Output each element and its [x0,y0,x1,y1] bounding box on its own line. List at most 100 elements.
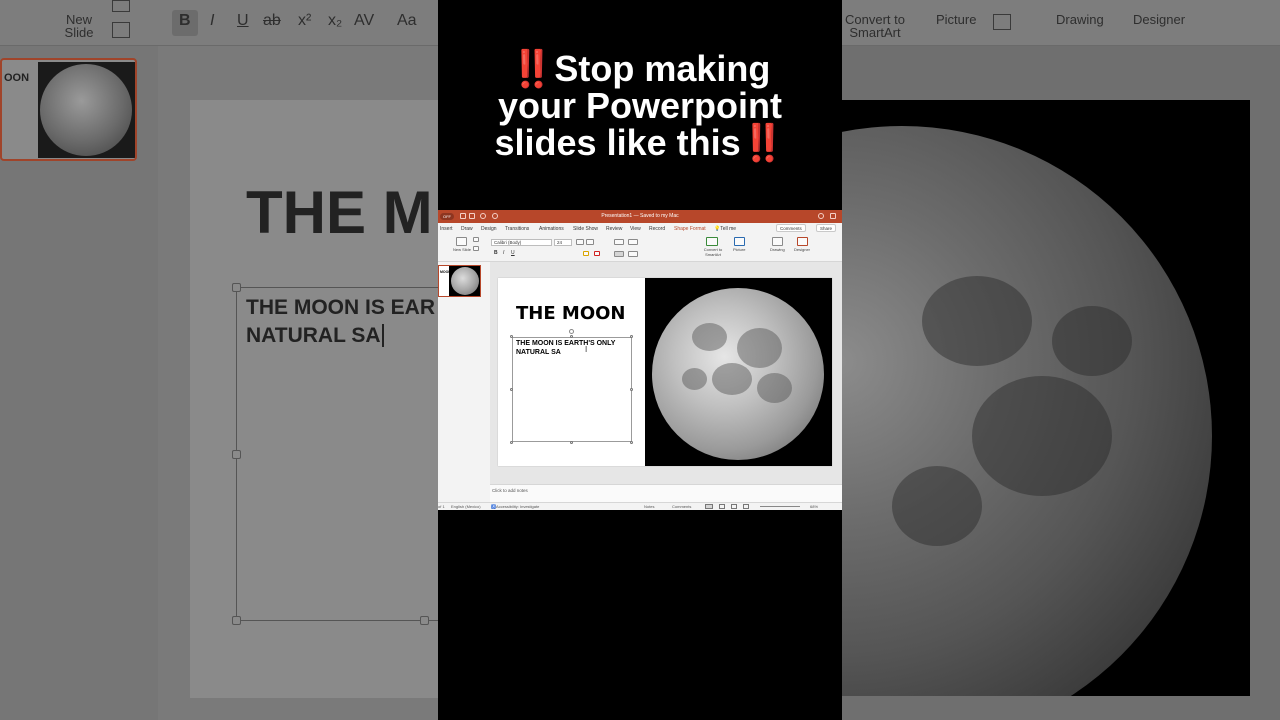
normal-view-icon[interactable] [705,504,713,509]
ppt-title-bar: OFF Presentation1 — Saved to my Mac [438,210,842,223]
slide-sorter-icon[interactable] [719,504,725,509]
tab-slide-show[interactable]: Slide Show [573,226,598,232]
designer-icon[interactable] [797,237,808,246]
font-shrink-icon[interactable] [586,239,594,245]
font-name-select[interactable]: Calibri (Body) [491,239,552,246]
designer-label: Designer [794,247,811,252]
numbering-icon[interactable] [628,239,638,245]
notes-toggle[interactable]: Notes [644,504,654,509]
headline-line3-text: slides like this [494,122,741,163]
bullets-icon[interactable] [614,239,624,245]
tab-review[interactable]: Review [606,226,622,232]
tab-transitions[interactable]: Transitions [505,226,529,232]
body-textbox[interactable]: THE MOON IS EARTH'S ONLY NATURAL SA [512,337,632,442]
video-center-frame: ‼️Stop making your Powerpoint slides lik… [438,0,842,720]
bg-slide-body: THE MOON IS EAR NATURAL SA [246,294,435,350]
rotate-handle-icon[interactable] [569,329,574,334]
ppt-ribbon: New Slide Calibri (Body) 24 B I U Conver… [438,234,842,262]
slide: THE MOON THE MOON IS EARTH'S ONLY NATURA… [498,278,832,466]
bg-section-icon [112,22,130,38]
font-grow-icon[interactable] [576,239,584,245]
bg-char-spacing: AV [354,12,375,29]
bg-right-ribbon: Convert to SmartArt Picture Drawing Desi… [842,0,1280,46]
convert-smartart-label: Convert to SmartArt [703,247,723,257]
drawing-icon[interactable] [772,237,783,246]
tab-tell-me-label: Tell me [720,226,737,232]
align-center-icon[interactable] [628,251,638,257]
powerpoint-window: OFF Presentation1 — Saved to my Mac Inse… [438,210,842,510]
layout-icon[interactable] [473,237,479,242]
comments-toggle[interactable]: Comments [672,504,691,509]
bg-strikethrough: ab [263,12,281,29]
bg-picture-label: Picture [936,12,977,27]
bg-alt-text-icon [993,14,1011,30]
slideshow-view-icon[interactable] [743,504,749,509]
zoom-slider[interactable] [760,506,800,507]
picture-label: Picture [733,247,746,252]
tab-design[interactable]: Design [481,226,497,232]
slide-counter: of 1 [438,504,445,509]
tab-shape-format[interactable]: Shape Format [674,226,706,232]
bg-designer-label: Designer [1133,12,1186,27]
font-color-icon[interactable] [594,251,600,256]
tab-insert[interactable]: Insert [440,226,453,232]
tab-tell-me[interactable]: 💡Tell me [714,226,736,232]
resize-handle[interactable] [630,441,633,444]
search-icon[interactable] [818,213,824,219]
tab-view[interactable]: View [630,226,641,232]
bg-thumb-moon-image [38,62,135,158]
underline-button[interactable]: U [511,250,515,256]
highlight-icon[interactable] [583,251,589,256]
zoom-level[interactable]: 68% [810,504,818,509]
reading-view-icon[interactable] [731,504,737,509]
resize-handle[interactable] [570,335,573,338]
bg-convert-line2: SmartArt [849,25,901,40]
headline-line1: ‼️Stop making [438,50,842,87]
account-icon[interactable] [830,213,836,219]
notes-pane[interactable]: Click to add notes [490,484,842,502]
bg-subscript: x₂ [328,12,343,29]
new-slide-icon[interactable] [456,237,467,246]
accessibility-status[interactable]: ♿Accessibility: Investigate [491,504,539,509]
bg-superscript: x² [298,12,312,29]
align-left-icon[interactable] [614,251,624,257]
bg-ribbon: New Slide B I U ab x² x₂ AV Aa [0,0,438,46]
resize-handle[interactable] [510,335,513,338]
slide-body-text[interactable]: THE MOON IS EARTH'S ONLY NATURAL SA [516,339,628,357]
bg-body-line2-text: NATURAL SA [246,324,381,347]
notes-placeholder: Click to add notes [492,488,528,493]
language-indicator[interactable]: English (Mexico) [451,504,481,509]
status-bar: of 1 English (Mexico) ♿Accessibility: In… [438,502,842,510]
tab-draw[interactable]: Draw [461,226,473,232]
resize-handle[interactable] [510,441,513,444]
bold-button[interactable]: B [494,250,498,256]
headline-line1-text: Stop making [554,48,771,89]
font-size-select[interactable]: 24 [554,239,572,246]
bg-body-line2: NATURAL SA [246,322,435,350]
headline-line2: your Powerpoint [497,85,782,126]
slide-thumbnail[interactable]: MOON [438,265,481,297]
headline-line3: slides like this‼️ [438,124,842,161]
bg-handle [232,450,241,459]
smartart-icon[interactable] [706,237,718,246]
tab-record[interactable]: Record [649,226,665,232]
slide-title[interactable]: THE MOON [516,303,626,324]
moon-photo[interactable] [645,278,832,466]
bg-new-slide-label: New Slide [60,13,98,39]
picture-icon[interactable] [734,237,745,246]
double-exclamation-icon: ‼️ [509,48,555,89]
bg-new-slide-line2: Slide [64,25,94,40]
bg-underline: U [237,12,249,29]
resize-handle[interactable] [630,335,633,338]
italic-button[interactable]: I [503,250,504,256]
resize-handle[interactable] [510,388,513,391]
resize-handle[interactable] [630,388,633,391]
comments-button[interactable]: Comments [776,224,806,232]
bg-italic: I [210,12,215,29]
bg-handle [420,616,429,625]
resize-handle[interactable] [570,441,573,444]
tab-animations[interactable]: Animations [539,226,564,232]
share-button[interactable]: Share [816,224,837,232]
reset-icon[interactable] [473,246,479,251]
bg-change-case: Aa [397,12,417,29]
